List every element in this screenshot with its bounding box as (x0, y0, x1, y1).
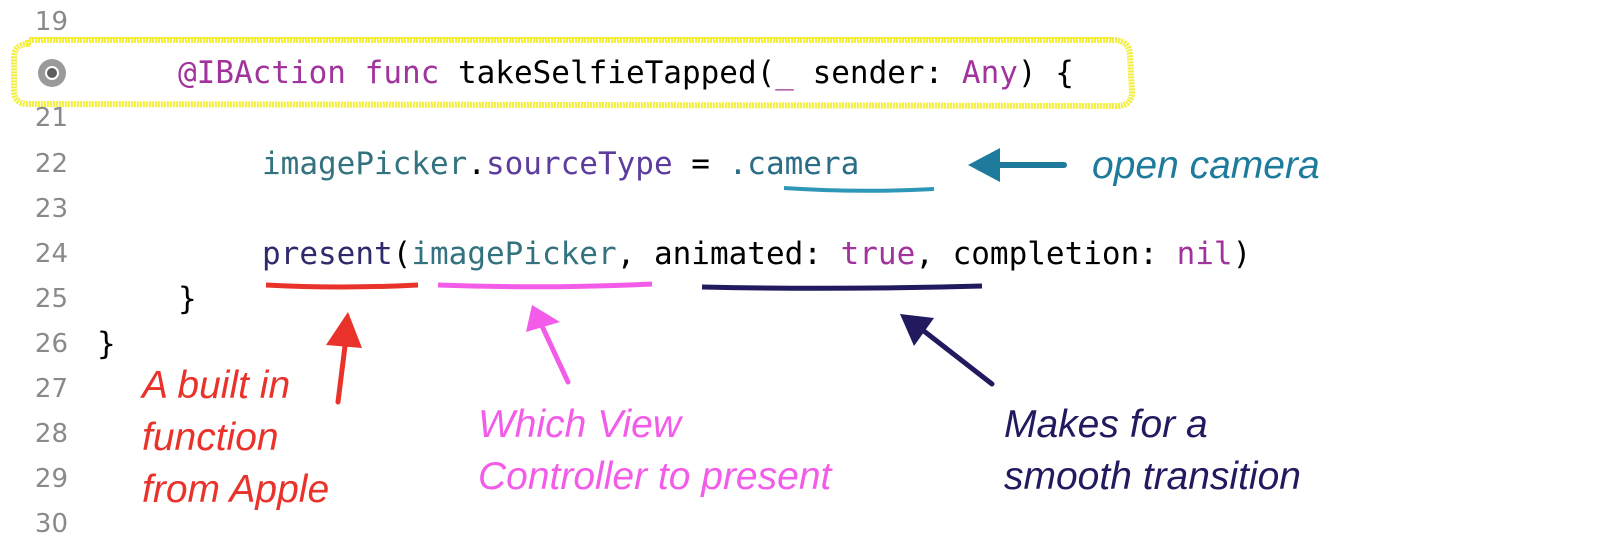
ibaction-attribute: @IBAction (178, 55, 346, 91)
picker-note-line-2: Controller to present (478, 455, 832, 498)
line-number-26: 26 (34, 329, 68, 359)
assign-operator: = (672, 146, 729, 182)
line-number-30: 30 (34, 509, 68, 539)
present-underline (265, 282, 419, 290)
function-close: ) { (1017, 55, 1074, 91)
camera-underline (783, 186, 935, 193)
picker-arrow (539, 323, 571, 385)
image-picker-arg: imagePicker (411, 236, 617, 272)
line-number-29: 29 (34, 464, 68, 494)
source-type-property: sourceType (485, 146, 673, 182)
line-number-19: 19 (34, 7, 68, 37)
present-function: present (262, 236, 393, 272)
line-number-23: 23 (34, 194, 68, 224)
code-line-22[interactable]: imagePicker.sourceType = .camera (262, 146, 859, 182)
present-arrow (335, 335, 349, 405)
animated-note-line-1: Makes for a (1004, 403, 1208, 446)
code-line-26[interactable]: } (97, 326, 116, 362)
line-number-22: 22 (34, 149, 68, 179)
image-picker-object: imagePicker (262, 146, 468, 182)
animated-label: animated: (653, 236, 841, 272)
code-line-24[interactable]: present(imagePicker, animated: true, com… (262, 236, 1251, 272)
function-name: takeSelfieTapped( (457, 55, 776, 91)
picker-note: Which View Controller to present (478, 399, 831, 503)
present-note: A built in function from Apple (142, 360, 329, 516)
line-number-24: 24 (34, 239, 68, 269)
code-line-25[interactable]: } (178, 281, 197, 317)
true-literal: true (840, 236, 916, 272)
line-number-25: 25 (34, 284, 68, 314)
nil-literal: nil (1176, 236, 1233, 272)
close-paren: ) (1232, 236, 1252, 272)
completion-label: , completion: (915, 236, 1177, 272)
open-paren: ( (392, 236, 412, 272)
line-number-27: 27 (34, 374, 68, 404)
line-number-28: 28 (34, 419, 68, 449)
picker-note-line-1: Which View (478, 403, 682, 446)
dot-operator: . (467, 146, 486, 182)
picker-underline (437, 281, 653, 290)
breakpoint-icon[interactable] (38, 59, 66, 87)
present-note-line-2: function (142, 416, 279, 459)
animated-underline (701, 283, 983, 291)
line-number-21: 21 (34, 103, 68, 133)
param-underscore: _ (775, 55, 794, 91)
animated-note: Makes for a smooth transition (1004, 399, 1301, 503)
present-note-line-3: from Apple (142, 468, 330, 511)
animated-arrow (917, 325, 995, 387)
camera-note: open camera (1092, 144, 1320, 187)
present-note-line-1: A built in (142, 364, 291, 407)
param-type: Any (961, 55, 1018, 91)
func-keyword: func (364, 55, 440, 91)
camera-value: .camera (728, 146, 860, 182)
param-label: sender: (793, 55, 962, 91)
comma: , (616, 236, 654, 272)
code-line-20[interactable]: @IBAction func takeSelfieTapped(_ sender… (178, 55, 1074, 91)
animated-note-line-2: smooth transition (1004, 455, 1301, 498)
